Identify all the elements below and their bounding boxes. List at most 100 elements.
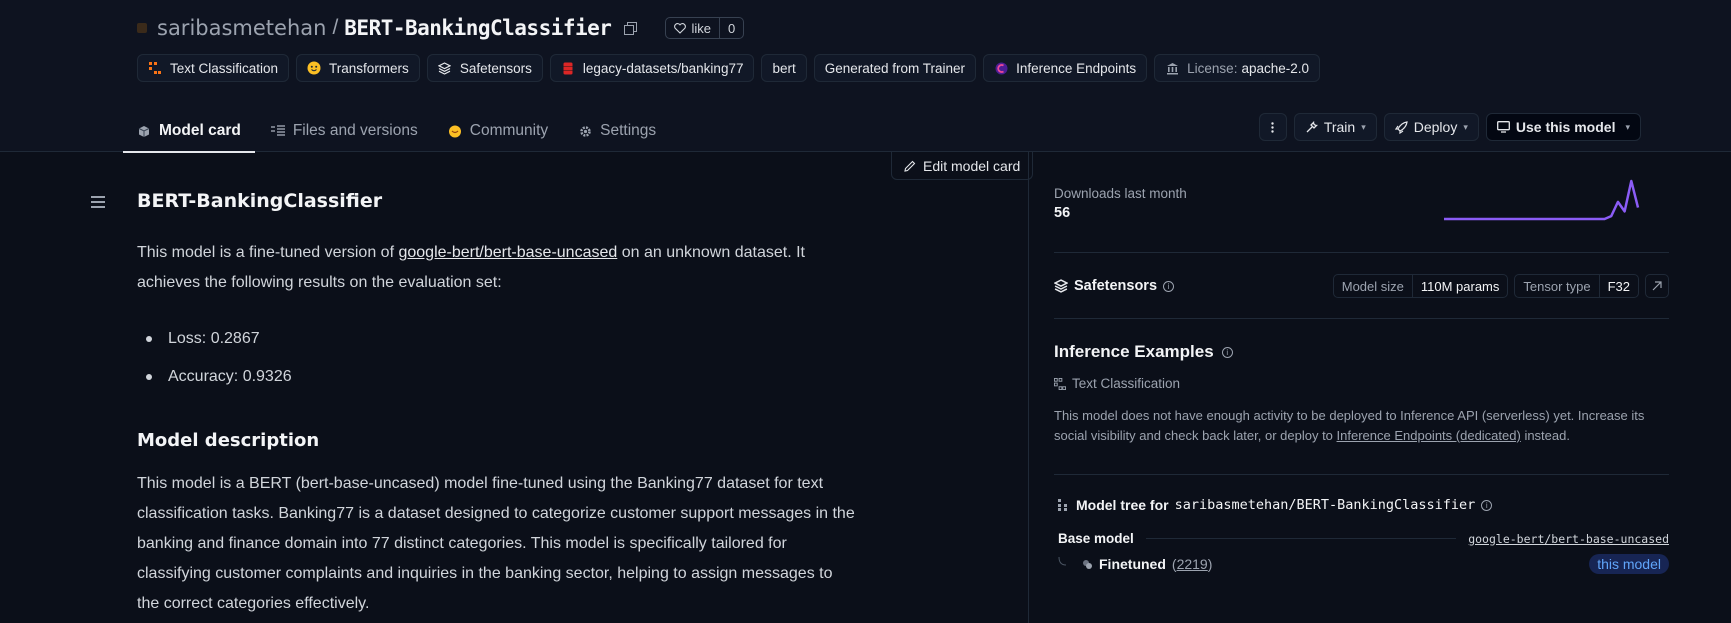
tag-generated-from-trainer[interactable]: Generated from Trainer xyxy=(813,54,977,82)
model-tree-label: Model tree for xyxy=(1076,497,1169,513)
repo-owner-link[interactable]: saribasmetehan xyxy=(157,16,326,40)
like-button[interactable]: like 0 xyxy=(665,17,745,39)
tab-community[interactable]: Community xyxy=(448,110,548,152)
model-card-title: BERT-BankingClassifier xyxy=(137,190,383,212)
tag-transformers[interactable]: Transformers xyxy=(296,54,420,82)
hugging-face-icon xyxy=(307,61,321,75)
tab-files-and-versions[interactable]: Files and versions xyxy=(270,110,418,152)
like-count: 0 xyxy=(727,20,736,36)
chevron-down-icon: ▾ xyxy=(1463,121,1468,132)
arrow-up-right-icon xyxy=(1652,281,1662,291)
section-heading: Model description xyxy=(137,430,320,451)
tag-label: Transformers xyxy=(329,60,409,76)
divider xyxy=(1054,474,1669,475)
tag-label: apache-2.0 xyxy=(1241,60,1310,76)
text-classification-icon xyxy=(148,61,162,75)
inference-endpoints-link[interactable]: Inference Endpoints (dedicated) xyxy=(1337,428,1521,443)
this-model-badge: this model xyxy=(1589,554,1669,574)
pencil-icon xyxy=(904,160,916,172)
base-model-tree-link[interactable]: google-bert/bert-base-uncased xyxy=(1468,532,1669,546)
dataset-icon xyxy=(561,61,575,75)
intro-text: This model is a fine-tuned version of xyxy=(137,244,399,261)
model-size-label: Model size xyxy=(1334,275,1413,297)
tag-label: bert xyxy=(772,60,796,76)
tag-dataset[interactable]: legacy-datasets/banking77 xyxy=(549,54,755,82)
inference-task: Text Classification xyxy=(1072,376,1181,391)
tab-label: Files and versions xyxy=(292,122,418,139)
tensor-type-pill: Tensor type F32 xyxy=(1514,274,1639,298)
rocket-icon xyxy=(1394,120,1408,134)
model-sidebar: Downloads last month 56 Safetensors i Mo… xyxy=(1028,152,1731,623)
table-of-contents-icon[interactable] xyxy=(91,196,105,208)
finetune-icon xyxy=(1083,559,1092,569)
deploy-label: Deploy xyxy=(1413,119,1458,135)
inference-endpoints-icon xyxy=(994,61,1008,75)
intro-paragraph: This model is a fine-tuned version of go… xyxy=(137,238,857,298)
license-icon xyxy=(1165,61,1179,75)
more-options-button[interactable] xyxy=(1258,113,1287,141)
wrench-icon xyxy=(1306,120,1318,132)
train-button[interactable]: Train ▾ xyxy=(1293,113,1377,141)
tensor-type-value: F32 xyxy=(1607,278,1630,294)
model-tree-repo: saribasmetehan/BERT-BankingClassifier xyxy=(1174,497,1476,513)
community-icon xyxy=(448,124,462,138)
tag-label: legacy-datasets/banking77 xyxy=(582,60,744,76)
result-loss: Loss: 0.2867 xyxy=(137,320,857,358)
model-size-value: 110M params xyxy=(1420,278,1500,294)
divider xyxy=(1054,252,1669,253)
tag-inference-endpoints[interactable]: Inference Endpoints xyxy=(983,54,1148,82)
inference-section: Inference Examples i Text Classification… xyxy=(1054,342,1669,446)
tree-connector xyxy=(1145,538,1457,539)
model-card-content: BERT-BankingClassifier This model is a f… xyxy=(137,190,857,619)
tag-label: Inference Endpoints xyxy=(1016,60,1137,76)
copy-icon[interactable] xyxy=(623,21,637,35)
path-separator: / xyxy=(332,16,339,39)
info-icon[interactable]: i xyxy=(1221,346,1233,358)
tag-text-classification[interactable]: Text Classification xyxy=(137,54,290,82)
base-model-link[interactable]: google-bert/bert-base-uncased xyxy=(398,244,617,261)
repo-header: saribasmetehan / BERT-BankingClassifier … xyxy=(0,0,1731,153)
tag-label: Safetensors xyxy=(459,60,532,76)
edit-model-card-button[interactable]: Edit model card xyxy=(891,152,1034,180)
edit-card-label: Edit model card xyxy=(923,157,1021,174)
tag-label: Generated from Trainer xyxy=(824,60,966,76)
files-icon xyxy=(270,124,285,138)
base-model-label: Base model xyxy=(1058,531,1134,546)
train-label: Train xyxy=(1323,119,1356,135)
info-icon[interactable]: i xyxy=(1163,280,1175,292)
safetensors-icon xyxy=(1054,279,1068,293)
use-model-label: Use this model xyxy=(1515,119,1616,135)
description-paragraph: This model is a BERT (bert-base-uncased)… xyxy=(137,475,855,612)
use-this-model-button[interactable]: Use this model ▾ xyxy=(1485,113,1641,141)
safetensors-icon xyxy=(438,61,452,75)
like-label: like xyxy=(691,20,711,36)
inference-title: Inference Examples xyxy=(1054,342,1214,361)
open-safetensors-button[interactable] xyxy=(1645,274,1669,298)
chevron-down-icon: ▾ xyxy=(1361,121,1366,132)
tag-bert[interactable]: bert xyxy=(761,54,807,82)
repo-name-link[interactable]: BERT-BankingClassifier xyxy=(344,16,612,40)
gear-icon xyxy=(578,124,592,138)
downloads-sparkline xyxy=(1444,179,1640,221)
safetensors-label: Safetensors xyxy=(1074,278,1158,294)
kebab-icon xyxy=(1271,121,1275,133)
tab-settings[interactable]: Settings xyxy=(578,110,656,152)
owner-avatar[interactable] xyxy=(137,23,147,33)
tensor-type-label: Tensor type xyxy=(1515,275,1600,297)
finetuned-label[interactable]: Finetuned xyxy=(1099,556,1166,572)
license-prefix: License: xyxy=(1187,60,1238,76)
info-icon[interactable]: i xyxy=(1481,499,1493,511)
tag-safetensors[interactable]: Safetensors xyxy=(426,54,543,82)
monitor-icon xyxy=(1496,121,1510,133)
finetuned-count[interactable]: 2219 xyxy=(1177,556,1208,572)
tab-model-card[interactable]: Model card xyxy=(123,110,255,153)
inference-desc-text: instead. xyxy=(1520,428,1570,443)
cube-icon xyxy=(137,124,151,138)
results-list: Loss: 0.2867 Accuracy: 0.9326 xyxy=(137,320,857,396)
model-tree-section: Model tree for saribasmetehan/BERT-Banki… xyxy=(1058,497,1669,574)
deploy-button[interactable]: Deploy ▾ xyxy=(1383,113,1479,141)
tag-license[interactable]: License: apache-2.0 xyxy=(1154,54,1321,82)
safetensors-section: Safetensors i Model size 110M params Ten… xyxy=(1054,274,1669,298)
tree-branch-icon xyxy=(1058,557,1067,566)
inference-description: This model does not have enough activity… xyxy=(1054,406,1669,446)
